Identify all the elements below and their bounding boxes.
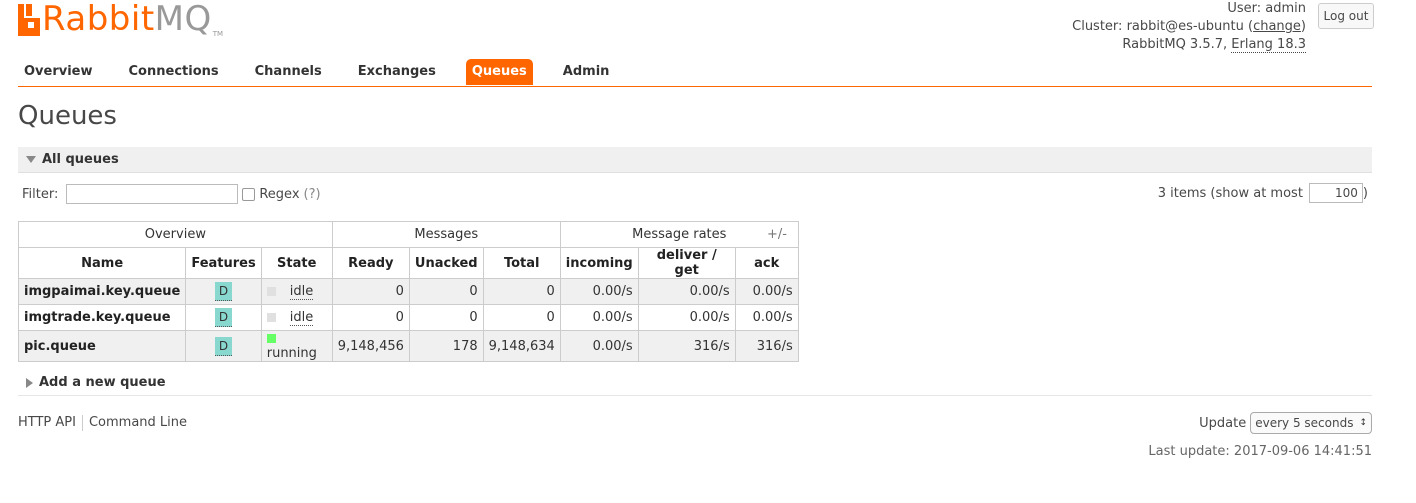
table-row: imgtrade.key.queue D idle 0 0 0 0.00/s 0…	[17, 304, 799, 331]
table-row: imgpaimai.key.queue D idle 0 0 0 0.00/s …	[17, 278, 799, 305]
ready-count: 0	[331, 304, 410, 331]
regex-label: Regex	[259, 186, 300, 202]
add-queue-toggle[interactable]: Add a new queue	[18, 370, 1372, 396]
logo-trademark: TM	[212, 30, 224, 38]
deliver-get-rate: 0.00/s	[637, 304, 736, 331]
group-header-message-rates: Message rates	[559, 221, 799, 248]
regex-checkbox[interactable]	[242, 187, 256, 201]
unacked-count: 178	[408, 330, 484, 362]
queue-name-link[interactable]: pic.queue	[17, 330, 187, 362]
deliver-get-rate: 316/s	[637, 330, 736, 362]
version-line: RabbitMQ 3.5.7, Erlang 18.3	[1072, 36, 1306, 54]
cluster-label: Cluster:	[1072, 19, 1123, 34]
column-header-ack[interactable]: ack	[734, 247, 799, 279]
ready-count: 0	[331, 278, 410, 305]
all-queues-label: All queues	[42, 152, 119, 167]
column-header-total[interactable]: Total	[482, 247, 561, 279]
update-interval-select[interactable]: every 5 seconds ↕	[1250, 412, 1372, 434]
total-count: 0	[482, 278, 561, 305]
durable-badge: D	[214, 336, 233, 356]
group-header-overview: Overview	[18, 221, 333, 248]
column-header-features: Features	[185, 247, 262, 279]
column-toggle-link[interactable]: +/-	[767, 227, 787, 242]
queue-state: running	[266, 346, 317, 361]
user-value: admin	[1265, 1, 1306, 16]
ack-rate: 0.00/s	[734, 278, 799, 305]
main-tabs: Overview Connections Channels Exchanges …	[18, 59, 1372, 87]
logout-button[interactable]: Log out	[1318, 3, 1374, 29]
footer-links: HTTP API Command Line	[18, 415, 187, 431]
durable-badge: D	[214, 308, 233, 327]
cluster-value: rabbit@es-ubuntu	[1126, 19, 1244, 34]
incoming-rate: 0.00/s	[559, 278, 639, 305]
header-info: User: admin Cluster: rabbit@es-ubuntu (c…	[1072, 0, 1306, 54]
expand-triangle-icon	[26, 377, 33, 388]
state-indicator-icon	[266, 313, 276, 322]
user-label: User:	[1227, 1, 1262, 16]
column-header-deliver-get[interactable]: deliver / get	[637, 247, 736, 279]
table-row: pic.queue D running 9,148,456 178 9,148,…	[17, 330, 799, 362]
filter-label: Filter:	[22, 186, 59, 202]
tab-overview[interactable]: Overview	[18, 59, 99, 85]
unacked-count: 0	[408, 304, 484, 331]
unacked-count: 0	[408, 278, 484, 305]
select-arrows-icon: ↕	[1359, 418, 1367, 428]
command-line-link[interactable]: Command Line	[89, 415, 187, 431]
erlang-version: Erlang 18.3	[1231, 37, 1306, 53]
incoming-rate: 0.00/s	[559, 304, 639, 331]
regex-help-link[interactable]: (?)	[304, 187, 321, 202]
tab-admin[interactable]: Admin	[557, 59, 616, 85]
cluster-change-link[interactable]: change	[1253, 19, 1301, 34]
ack-rate: 316/s	[734, 330, 799, 362]
last-update-text: Last update: 2017-09-06 14:41:51	[1148, 444, 1372, 459]
filter-row: Filter: Regex (?)	[22, 183, 321, 205]
all-queues-toggle[interactable]: All queues	[18, 147, 1372, 173]
update-label: Update	[1199, 415, 1247, 431]
group-header-messages: Messages	[331, 221, 561, 248]
cluster-line: Cluster: rabbit@es-ubuntu (change)	[1072, 19, 1306, 34]
total-count: 0	[482, 304, 561, 331]
durable-badge: D	[214, 282, 233, 301]
column-header-unacked[interactable]: Unacked	[408, 247, 484, 279]
total-count: 9,148,634	[482, 330, 561, 362]
tab-channels[interactable]: Channels	[249, 59, 328, 85]
ack-rate: 0.00/s	[734, 304, 799, 331]
tab-queues[interactable]: Queues	[465, 59, 533, 85]
update-control: Update every 5 seconds ↕	[1199, 412, 1372, 434]
rabbitmq-version: RabbitMQ 3.5.7,	[1122, 37, 1228, 52]
queue-state: idle	[289, 310, 314, 326]
logo-wordmark: RabbitMQ	[42, 0, 212, 39]
tab-exchanges[interactable]: Exchanges	[352, 59, 442, 85]
page-title: Queues	[18, 101, 117, 131]
items-count-text: 3 items (show at most	[1157, 185, 1303, 201]
user-line: User: admin	[1072, 0, 1306, 18]
queue-state: idle	[289, 284, 314, 300]
column-header-incoming[interactable]: incoming	[559, 247, 639, 279]
queues-table: Overview Messages Message rates Name Fea…	[17, 221, 799, 362]
column-header-ready[interactable]: Ready	[331, 247, 410, 279]
ready-count: 9,148,456	[331, 330, 410, 362]
http-api-link[interactable]: HTTP API	[18, 415, 76, 431]
filter-input[interactable]	[66, 184, 239, 204]
state-indicator-icon	[266, 287, 276, 296]
max-items-input[interactable]: 100	[1308, 183, 1363, 203]
incoming-rate: 0.00/s	[559, 330, 639, 362]
tab-connections[interactable]: Connections	[123, 59, 225, 85]
column-header-state[interactable]: State	[260, 247, 333, 279]
add-queue-label: Add a new queue	[39, 375, 166, 390]
deliver-get-rate: 0.00/s	[637, 278, 736, 305]
queue-name-link[interactable]: imgtrade.key.queue	[17, 304, 187, 331]
rabbitmq-logo-icon	[18, 4, 40, 36]
collapse-triangle-icon	[26, 156, 36, 163]
state-indicator-icon	[266, 334, 276, 343]
items-count: 3 items (show at most 100 )	[1158, 183, 1368, 203]
queue-name-link[interactable]: imgpaimai.key.queue	[17, 278, 187, 305]
footer-divider	[81, 415, 83, 431]
column-header-name[interactable]: Name	[17, 247, 187, 279]
rabbitmq-logo[interactable]: RabbitMQ TM	[18, 0, 223, 40]
